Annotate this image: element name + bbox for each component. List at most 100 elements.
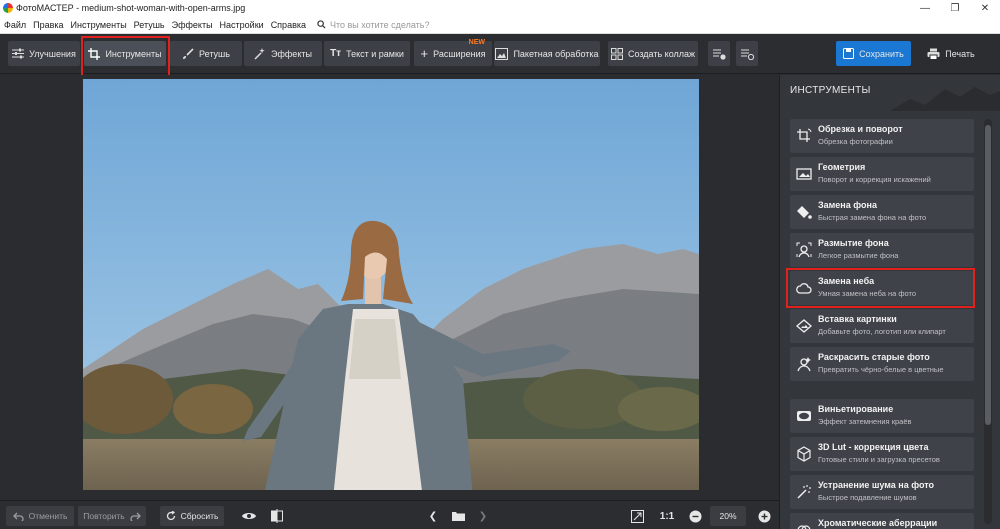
photo-woman-mountains xyxy=(83,79,699,490)
fit-screen-icon xyxy=(630,509,644,523)
compare-icon xyxy=(271,509,283,523)
prev-image-button[interactable]: ❮ xyxy=(424,507,442,525)
fit-screen-button[interactable] xyxy=(628,507,646,525)
tool-3d-lut[interactable]: 3D Lut - коррекция цвета Готовые стили и… xyxy=(790,437,974,471)
sliders-icon xyxy=(12,48,25,59)
menu-file[interactable]: Файл xyxy=(4,20,26,30)
plus-icon: + xyxy=(420,46,429,61)
create-collage-button[interactable]: Создать коллаж xyxy=(608,41,698,66)
redo-label: Повторить xyxy=(83,511,125,521)
print-button-label: Печать xyxy=(945,48,975,59)
tool-description: Эффект затемнения краёв xyxy=(818,417,912,426)
blur-portrait-icon xyxy=(796,242,812,258)
actual-size-button[interactable]: 1:1 xyxy=(656,507,678,525)
add-layer-button[interactable] xyxy=(708,41,730,66)
tool-crop-rotate[interactable]: Обрезка и поворот Обрезка фотографии xyxy=(790,119,974,153)
zoom-in-button[interactable] xyxy=(755,507,773,525)
list-history-icon xyxy=(740,49,754,60)
floppy-disk-icon xyxy=(843,48,855,59)
tool-list: Обрезка и поворот Обрезка фотографии Гео… xyxy=(790,119,974,529)
tool-insert-image[interactable]: Вставка картинки Добавьте фото, логотип … xyxy=(790,309,974,343)
tools-tab[interactable]: Инструменты xyxy=(84,41,166,66)
compare-toggle[interactable] xyxy=(268,507,286,525)
undo-button[interactable]: Отменить xyxy=(6,506,74,526)
chromatic-icon xyxy=(797,525,811,529)
undo-label: Отменить xyxy=(28,511,68,521)
reset-icon xyxy=(166,511,175,521)
batch-images-icon xyxy=(495,47,509,60)
magic-wand-icon xyxy=(254,47,265,60)
retouch-tab-label: Ретушь xyxy=(199,48,230,59)
tool-chromatic-aberration[interactable]: Хроматические аберрации xyxy=(790,513,974,529)
extensions-tab[interactable]: + Расширения NEW xyxy=(414,39,492,66)
tool-name: Виньетирование xyxy=(818,404,894,414)
insert-image-icon xyxy=(796,319,812,333)
edited-photo[interactable] xyxy=(83,79,699,490)
text-frames-tab[interactable]: Tт Текст и рамки xyxy=(324,41,410,66)
tool-colorize[interactable]: Раскрасить старые фото Превратить чёрно-… xyxy=(790,347,974,381)
retouch-tab[interactable]: Ретушь xyxy=(170,41,242,66)
search-placeholder: Что вы хотите сделать? xyxy=(330,19,430,30)
print-button[interactable]: Печать xyxy=(918,41,984,66)
redo-icon xyxy=(130,512,141,521)
reset-button[interactable]: Сбросить xyxy=(160,506,224,526)
batch-processing-button[interactable]: Пакетная обработка xyxy=(494,41,600,66)
preview-toggle[interactable] xyxy=(240,507,258,525)
collage-icon xyxy=(610,47,623,60)
close-button[interactable]: ✕ xyxy=(970,3,1000,14)
tool-name: 3D Lut - коррекция цвета xyxy=(818,442,929,452)
maximize-button[interactable]: ❐ xyxy=(940,3,970,14)
app-logo-icon xyxy=(3,3,13,13)
zoom-in-icon xyxy=(758,510,770,522)
history-button[interactable] xyxy=(736,41,758,66)
denoise-icon xyxy=(797,485,811,499)
sidebar-header: ИНСТРУМЕНТЫ xyxy=(780,75,1000,111)
tool-denoise[interactable]: Устранение шума на фото Быстрое подавлен… xyxy=(790,475,974,509)
tool-description: Превратить чёрно-белые в цветные xyxy=(818,365,944,374)
tool-description: Быстрое подавление шумов xyxy=(818,493,917,502)
paint-bucket-icon xyxy=(797,206,812,219)
sidebar-title: ИНСТРУМЕНТЫ xyxy=(790,85,871,96)
tool-vignette[interactable]: Виньетирование Эффект затемнения краёв xyxy=(790,399,974,433)
tool-description: Обрезка фотографии xyxy=(818,137,893,146)
tool-sky-replace[interactable]: Замена неба Умная замена неба на фото xyxy=(790,271,974,305)
save-button[interactable]: Сохранить xyxy=(836,41,911,66)
text-frames-tab-label: Текст и рамки xyxy=(346,48,404,59)
tool-name: Геометрия xyxy=(818,162,866,172)
minimize-button[interactable]: — xyxy=(910,3,940,14)
tool-geometry[interactable]: Геометрия Поворот и коррекция искажений xyxy=(790,157,974,191)
improve-tab-label: Улучшения xyxy=(29,48,76,59)
tool-description: Готовые стили и загрузка пресетов xyxy=(818,455,940,464)
redo-button[interactable]: Повторить xyxy=(78,506,146,526)
crop-icon xyxy=(88,47,101,60)
tool-description: Легкое размытие фона xyxy=(818,251,899,260)
effects-tab-label: Эффекты xyxy=(271,48,312,59)
crop-rotate-icon xyxy=(797,128,812,142)
menu-retouch[interactable]: Ретушь xyxy=(134,20,165,30)
menu-settings[interactable]: Настройки xyxy=(220,20,264,30)
zoom-level[interactable]: 20% xyxy=(710,506,746,526)
tools-tab-label: Инструменты xyxy=(105,48,162,59)
cloud-icon xyxy=(796,283,812,294)
tool-background-blur[interactable]: Размытие фона Легкое размытие фона xyxy=(790,233,974,267)
eye-icon xyxy=(242,513,256,519)
menu-search[interactable]: Что вы хотите сделать? xyxy=(317,20,430,30)
scrollbar-thumb[interactable] xyxy=(985,125,991,425)
canvas-area[interactable] xyxy=(0,75,779,500)
printer-icon xyxy=(927,48,940,60)
improve-tab[interactable]: Улучшения xyxy=(8,41,80,66)
extensions-tab-label: Расширения xyxy=(433,48,486,59)
next-image-button[interactable]: ❯ xyxy=(474,507,492,525)
tool-name: Замена фона xyxy=(818,200,877,210)
open-folder-button[interactable] xyxy=(449,507,467,525)
zoom-out-button[interactable] xyxy=(686,507,704,525)
menu-effects[interactable]: Эффекты xyxy=(172,20,213,30)
menu-edit[interactable]: Правка xyxy=(33,20,63,30)
sidebar-scrollbar[interactable] xyxy=(984,119,992,524)
effects-tab[interactable]: Эффекты xyxy=(244,41,322,66)
tool-description: Поворот и коррекция искажений xyxy=(818,175,931,184)
tool-description: Добавьте фото, логотип или клипарт xyxy=(818,327,946,336)
tool-background-replace[interactable]: Замена фона Быстрая замена фона на фото xyxy=(790,195,974,229)
menu-tools[interactable]: Инструменты xyxy=(71,20,127,30)
menu-help[interactable]: Справка xyxy=(271,20,306,30)
